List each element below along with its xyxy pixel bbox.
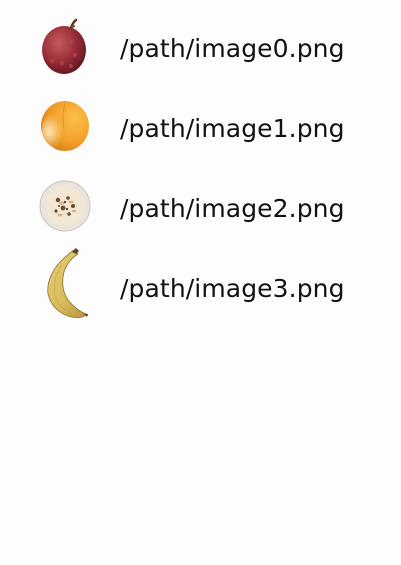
banana-icon <box>38 246 92 320</box>
list-item[interactable]: /path/image3.png <box>0 248 401 328</box>
list-item[interactable]: /path/image0.png <box>0 8 401 88</box>
image-path-label: /path/image0.png <box>120 34 345 63</box>
list-item[interactable]: /path/image1.png <box>0 88 401 168</box>
image-path-label: /path/image3.png <box>120 274 345 303</box>
image-path-label: /path/image2.png <box>120 194 345 223</box>
image-list-screen: /path/image0.png /path/image1.png /path/… <box>0 0 401 565</box>
lychee-icon <box>38 18 92 78</box>
image-path-label: /path/image1.png <box>120 114 345 143</box>
list-item[interactable]: /path/image2.png <box>0 168 401 248</box>
apricot-icon <box>38 96 92 156</box>
oatmeal-bowl-icon <box>38 176 92 236</box>
